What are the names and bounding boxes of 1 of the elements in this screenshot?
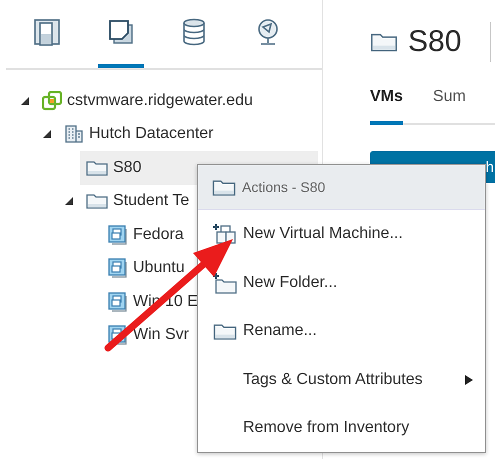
page-title: S80 [408,25,462,59]
